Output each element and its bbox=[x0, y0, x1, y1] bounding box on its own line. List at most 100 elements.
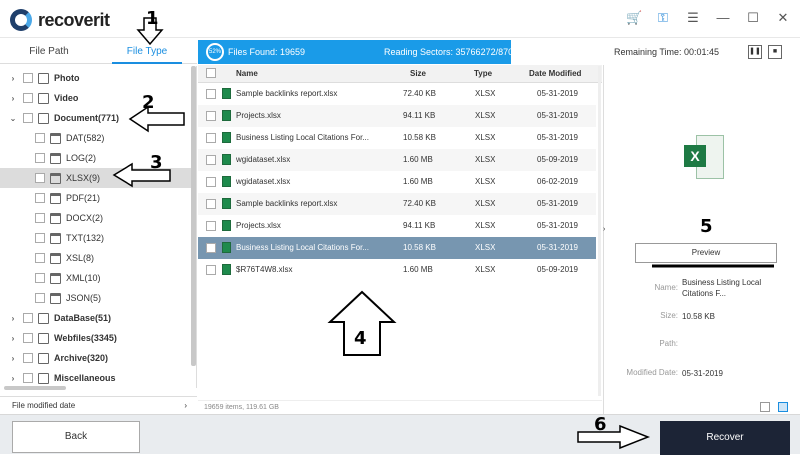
table-row[interactable]: Business Listing Local Citations For... 1… bbox=[198, 237, 596, 259]
file-date: 05-31-2019 bbox=[537, 133, 578, 142]
tree-item[interactable]: TXT(132) bbox=[0, 228, 192, 248]
file-name: wgidataset.xlsx bbox=[236, 177, 291, 186]
table-scrollbar-track[interactable] bbox=[598, 66, 601, 396]
annotation-5: 5 bbox=[700, 216, 713, 237]
row-checkbox[interactable] bbox=[206, 177, 216, 187]
back-button[interactable]: Back bbox=[12, 421, 140, 453]
tree-item[interactable]: › Archive(320) bbox=[0, 348, 192, 368]
row-checkbox[interactable] bbox=[206, 221, 216, 231]
size-label: Size: bbox=[660, 311, 678, 320]
tree-checkbox[interactable] bbox=[35, 293, 45, 303]
chevron-right-icon[interactable]: › bbox=[8, 354, 18, 363]
row-checkbox[interactable] bbox=[206, 243, 216, 253]
tree-item[interactable]: › DataBase(51) bbox=[0, 308, 192, 328]
tree-item[interactable]: LOG(2) bbox=[0, 148, 192, 168]
table-row[interactable]: wgidataset.xlsx 1.60 MB XLSX 06-02-2019 bbox=[198, 171, 596, 193]
tree-item[interactable]: PDF(21) bbox=[0, 188, 192, 208]
row-checkbox[interactable] bbox=[206, 89, 216, 99]
tree-item[interactable]: JSON(5) bbox=[0, 288, 192, 308]
key-icon[interactable]: ⚿ bbox=[656, 10, 670, 26]
tree-checkbox[interactable] bbox=[23, 333, 33, 343]
tree-item[interactable]: XSL(8) bbox=[0, 248, 192, 268]
tree-checkbox[interactable] bbox=[35, 253, 45, 263]
pause-button[interactable]: ❚❚ bbox=[748, 45, 762, 59]
collapse-panel-icon[interactable]: › bbox=[603, 226, 605, 233]
tree-checkbox[interactable] bbox=[23, 353, 33, 363]
chevron-right-icon[interactable]: › bbox=[184, 397, 187, 415]
tree-item[interactable]: DOCX(2) bbox=[0, 208, 192, 228]
tree-checkbox[interactable] bbox=[35, 153, 45, 163]
row-checkbox[interactable] bbox=[206, 199, 216, 209]
file-name: Business Listing Local Citations For... bbox=[236, 133, 369, 142]
grid-view-icon[interactable] bbox=[760, 402, 770, 412]
tree-checkbox[interactable] bbox=[23, 93, 33, 103]
tree-checkbox[interactable] bbox=[23, 73, 33, 83]
stop-button[interactable]: ■ bbox=[768, 45, 782, 59]
preview-button[interactable]: Preview bbox=[635, 243, 777, 263]
tree-checkbox[interactable] bbox=[35, 193, 45, 203]
table-row[interactable]: Projects.xlsx 94.11 KB XLSX 05-31-2019 bbox=[198, 215, 596, 237]
tree-item[interactable]: › Miscellaneous bbox=[0, 368, 192, 388]
window-controls: 🛒 ⚿ ☰ — ☐ ✕ bbox=[626, 10, 790, 26]
tree-checkbox[interactable] bbox=[23, 313, 33, 323]
column-size[interactable]: Size bbox=[410, 69, 426, 78]
table-row[interactable]: Projects.xlsx 94.11 KB XLSX 05-31-2019 bbox=[198, 105, 596, 127]
file-size: 10.58 KB bbox=[403, 133, 436, 142]
tree-item[interactable]: › Video bbox=[0, 88, 192, 108]
row-checkbox[interactable] bbox=[206, 133, 216, 143]
minimize-icon[interactable]: — bbox=[716, 10, 730, 26]
tree-checkbox[interactable] bbox=[35, 233, 45, 243]
tree-item[interactable]: › Photo bbox=[0, 68, 192, 88]
chevron-right-icon[interactable]: › bbox=[8, 334, 18, 343]
name-label: Name: bbox=[654, 283, 678, 292]
file-name: wgidataset.xlsx bbox=[236, 155, 291, 164]
tree-item-label: LOG(2) bbox=[66, 153, 97, 163]
chevron-right-icon[interactable]: › bbox=[8, 374, 18, 383]
table-row[interactable]: Sample backlinks report.xlsx 72.40 KB XLSX… bbox=[198, 83, 596, 105]
scan-progress-bar: 52% Files Found: 19659 Reading Sectors: … bbox=[198, 40, 543, 64]
table-row[interactable]: $R76T4W8.xlsx 1.60 MB XLSX 05-09-2019 bbox=[198, 259, 596, 281]
tree-vertical-scrollbar[interactable] bbox=[191, 66, 196, 366]
left-tabs: File Path File Type bbox=[0, 40, 197, 64]
column-type[interactable]: Type bbox=[474, 69, 492, 78]
file-name: Projects.xlsx bbox=[236, 221, 281, 230]
tree-item[interactable]: XLSX(9) bbox=[0, 168, 192, 188]
tree-horizontal-scrollbar[interactable] bbox=[4, 386, 66, 390]
column-name[interactable]: Name bbox=[236, 69, 258, 78]
table-row[interactable]: wgidataset.xlsx 1.60 MB XLSX 05-09-2019 bbox=[198, 149, 596, 171]
tree-checkbox[interactable] bbox=[35, 173, 45, 183]
cart-icon[interactable]: 🛒 bbox=[626, 10, 642, 26]
tree-checkbox[interactable] bbox=[35, 213, 45, 223]
maximize-icon[interactable]: ☐ bbox=[746, 10, 760, 26]
tree-item[interactable]: ⌄ Document(771) bbox=[0, 108, 192, 128]
tab-file-path[interactable]: File Path bbox=[0, 40, 98, 64]
tree-checkbox[interactable] bbox=[35, 273, 45, 283]
column-date-modified[interactable]: Date Modified bbox=[529, 69, 581, 78]
tab-file-type[interactable]: File Type bbox=[112, 40, 182, 64]
chevron-right-icon[interactable]: › bbox=[8, 314, 18, 323]
list-view-icon[interactable] bbox=[778, 402, 788, 412]
menu-icon[interactable]: ☰ bbox=[686, 10, 700, 26]
select-all-checkbox[interactable] bbox=[206, 68, 216, 78]
chevron-down-icon[interactable]: ⌄ bbox=[8, 114, 18, 123]
table-row[interactable]: Business Listing Local Citations For... 1… bbox=[198, 127, 596, 149]
tree-item[interactable]: XML(10) bbox=[0, 268, 192, 288]
file-table-header: Name Size Type Date Modified bbox=[198, 65, 602, 83]
tree-checkbox[interactable] bbox=[23, 113, 33, 123]
row-checkbox[interactable] bbox=[206, 155, 216, 165]
tree-checkbox[interactable] bbox=[35, 133, 45, 143]
folder-icon bbox=[50, 232, 61, 244]
table-row[interactable]: Sample backlinks report.xlsx 72.40 KB XLSX… bbox=[198, 193, 596, 215]
tree-item[interactable]: › Webfiles(3345) bbox=[0, 328, 192, 348]
row-checkbox[interactable] bbox=[206, 111, 216, 121]
tree-checkbox[interactable] bbox=[23, 373, 33, 383]
sort-filter-bar[interactable]: File modified date › bbox=[0, 396, 197, 414]
close-icon[interactable]: ✕ bbox=[776, 10, 790, 26]
chevron-right-icon[interactable]: › bbox=[8, 94, 18, 103]
recover-button[interactable]: Recover bbox=[660, 421, 790, 455]
tree-item-label: DataBase(51) bbox=[54, 313, 112, 323]
chevron-right-icon[interactable]: › bbox=[8, 74, 18, 83]
tree-item[interactable]: DAT(582) bbox=[0, 128, 192, 148]
row-checkbox[interactable] bbox=[206, 265, 216, 275]
tree-item-label: XLSX(9) bbox=[66, 173, 101, 183]
